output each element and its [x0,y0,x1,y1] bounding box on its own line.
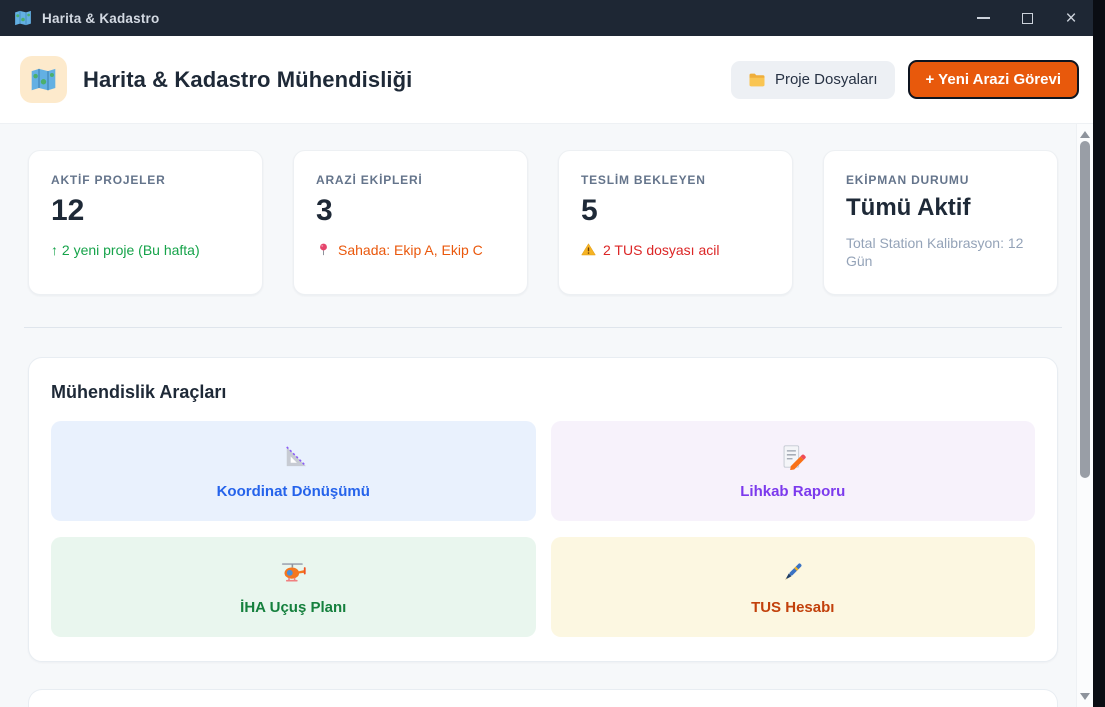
tools-grid: Koordinat Dönüşümü Lihkab Raporu İHA Uçu… [51,421,1035,637]
stat-note-text: Total Station Kalibrasyon: 12 Gün [846,234,1035,272]
warning-icon [581,242,596,257]
stat-card-active-projects: AKTİF PROJELER 12 ↑ 2 yeni proje (Bu haf… [28,150,263,295]
maximize-icon[interactable] [1005,0,1049,36]
stat-label: ARAZİ EKİPLERİ [316,173,505,187]
engineering-tools-panel: Mühendislik Araçları Koordinat Dönüşümü … [28,357,1058,662]
scrollbar-thumb[interactable] [1080,141,1090,478]
stat-value: 3 [316,194,505,229]
minimize-icon[interactable] [961,0,1005,36]
section-divider [24,327,1062,328]
project-files-button[interactable]: Proje Dosyaları [731,61,895,99]
tool-tus-calculation[interactable]: TUS Hesabı [551,537,1036,637]
tool-uav-flight-plan[interactable]: İHA Uçuş Planı [51,537,536,637]
window-controls: × [961,0,1093,36]
app-logo [20,56,67,103]
stat-note: ↑ 2 yeni proje (Bu hafta) [51,241,240,260]
helicopter-icon [280,559,307,586]
tool-lihkab-report[interactable]: Lihkab Raporu [551,421,1036,521]
map-icon [14,9,32,27]
tools-section-title: Mühendislik Araçları [51,382,1035,403]
stat-note-text: ↑ 2 yeni proje (Bu hafta) [51,241,200,260]
stat-label: AKTİF PROJELER [51,173,240,187]
stat-note: 2 TUS dosyası acil [581,241,770,260]
stats-row: AKTİF PROJELER 12 ↑ 2 yeni proje (Bu haf… [28,150,1058,295]
stat-card-equipment-status: EKİPMAN DURUMU Tümü Aktif Total Station … [823,150,1058,295]
tool-label: Koordinat Dönüşümü [217,483,370,500]
window-title: Harita & Kadastro [42,11,159,26]
tool-label: İHA Uçuş Planı [240,599,346,616]
vertical-scrollbar[interactable] [1076,124,1093,707]
scroll-down-icon[interactable] [1080,693,1090,700]
memo-icon [779,443,806,470]
stat-note: Sahada: Ekip A, Ekip C [316,241,505,260]
stat-card-pending-delivery: TESLİM BEKLEYEN 5 2 TUS dosyası acil [558,150,793,295]
page-title: Harita & Kadastro Mühendisliği [83,67,412,93]
triangle-ruler-icon [280,443,307,470]
project-files-label: Proje Dosyaları [775,71,878,88]
stat-label: EKİPMAN DURUMU [846,173,1035,187]
stat-note: Total Station Kalibrasyon: 12 Gün [846,234,1035,272]
new-field-task-label: + Yeni Arazi Görevi [926,71,1061,88]
tool-label: Lihkab Raporu [740,483,845,500]
folder-icon [748,71,766,89]
stat-value: 12 [51,194,240,229]
stat-note-text: Sahada: Ekip A, Ekip C [338,241,483,260]
titlebar: Harita & Kadastro × [0,0,1093,36]
stat-value: Tümü Aktif [846,194,1035,222]
pen-icon [779,559,806,586]
round-pushpin-icon [316,242,331,257]
tool-coordinate-transform[interactable]: Koordinat Dönüşümü [51,421,536,521]
stat-card-field-teams: ARAZİ EKİPLERİ 3 Sahada: Ekip A, Ekip C [293,150,528,295]
close-icon[interactable]: × [1049,0,1093,36]
scroll-up-icon[interactable] [1080,131,1090,138]
new-field-task-button[interactable]: + Yeni Arazi Görevi [908,60,1079,99]
next-section-panel [28,689,1058,707]
tool-label: TUS Hesabı [751,599,834,616]
main-content: AKTİF PROJELER 12 ↑ 2 yeni proje (Bu haf… [0,124,1076,707]
app-header: Harita & Kadastro Mühendisliği Proje Dos… [0,36,1093,124]
header-actions: Proje Dosyaları + Yeni Arazi Görevi [731,60,1079,99]
stat-label: TESLİM BEKLEYEN [581,173,770,187]
stat-value: 5 [581,194,770,229]
app-window: Harita & Kadastro × Harita & Kadastro Mü… [0,0,1093,707]
stat-note-text: 2 TUS dosyası acil [603,241,719,260]
content-area: AKTİF PROJELER 12 ↑ 2 yeni proje (Bu haf… [0,124,1093,707]
